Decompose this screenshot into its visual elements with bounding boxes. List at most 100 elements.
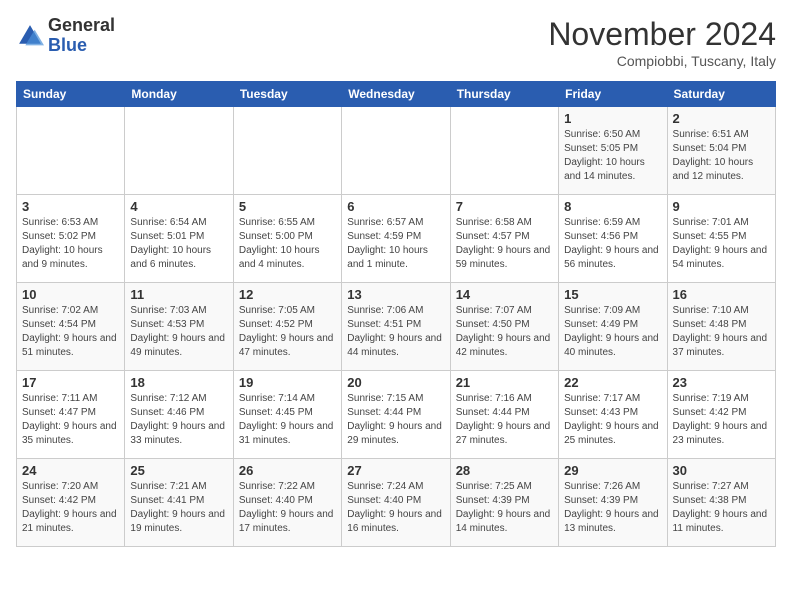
calendar-cell: 2 Sunrise: 6:51 AM Sunset: 5:04 PM Daylig… — [667, 107, 775, 195]
day-number: 10 — [22, 287, 119, 302]
day-number: 20 — [347, 375, 444, 390]
calendar-cell: 8Sunrise: 6:59 AM Sunset: 4:56 PM Daylig… — [559, 195, 667, 283]
weekday-header-saturday: Saturday — [667, 82, 775, 107]
day-info: Sunrise: 7:26 AM Sunset: 4:39 PM Dayligh… — [564, 480, 661, 536]
day-number: 2 — [673, 111, 770, 126]
calendar-week-1: 1Sunrise: 6:50 AM Sunset: 5:05 PM Daylig… — [17, 107, 776, 195]
calendar-cell: 16Sunrise: 7:10 AM Sunset: 4:48 PM Dayli… — [667, 283, 775, 371]
day-number: 27 — [347, 463, 444, 478]
day-info: Sunrise: 7:07 AM Sunset: 4:50 PM Dayligh… — [456, 304, 553, 360]
calendar-cell — [125, 107, 233, 195]
location-subtitle: Compiobbi, Tuscany, Italy — [548, 53, 776, 69]
day-info: Sunrise: 6:51 AM Sunset: 5:04 PM Dayligh… — [673, 128, 770, 184]
day-info: Sunrise: 7:27 AM Sunset: 4:38 PM Dayligh… — [673, 480, 770, 536]
calendar-cell: 14 Sunrise: 7:07 AM Sunset: 4:50 PM Dayli… — [450, 283, 558, 371]
calendar-week-4: 17 Sunrise: 7:11 AM Sunset: 4:47 PM Dayli… — [17, 371, 776, 459]
calendar-cell: 20Sunrise: 7:15 AM Sunset: 4:44 PM Dayli… — [342, 371, 450, 459]
day-number: 13 — [347, 287, 444, 302]
calendar-cell — [450, 107, 558, 195]
day-info: Sunrise: 7:22 AM Sunset: 4:40 PM Dayligh… — [239, 480, 336, 536]
calendar-header-row: SundayMondayTuesdayWednesdayThursdayFrid… — [17, 82, 776, 107]
weekday-header-friday: Friday — [559, 82, 667, 107]
weekday-header-monday: Monday — [125, 82, 233, 107]
day-number: 7 — [456, 199, 553, 214]
calendar-week-5: 24Sunrise: 7:20 AM Sunset: 4:42 PM Dayli… — [17, 459, 776, 547]
calendar-cell: 21 Sunrise: 7:16 AM Sunset: 4:44 PM Dayli… — [450, 371, 558, 459]
day-info: Sunrise: 7:17 AM Sunset: 4:43 PM Dayligh… — [564, 392, 661, 448]
day-info: Sunrise: 6:55 AM Sunset: 5:00 PM Dayligh… — [239, 216, 336, 272]
calendar-cell: 10 Sunrise: 7:02 AM Sunset: 4:54 PM Dayli… — [17, 283, 125, 371]
calendar-cell: 30 Sunrise: 7:27 AM Sunset: 4:38 PM Dayli… — [667, 459, 775, 547]
calendar-table: SundayMondayTuesdayWednesdayThursdayFrid… — [16, 81, 776, 547]
day-info: Sunrise: 7:16 AM Sunset: 4:44 PM Dayligh… — [456, 392, 553, 448]
day-number: 6 — [347, 199, 444, 214]
day-number: 24 — [22, 463, 119, 478]
day-info: Sunrise: 7:19 AM Sunset: 4:42 PM Dayligh… — [673, 392, 770, 448]
day-number: 28 — [456, 463, 553, 478]
logo-blue-text: Blue — [48, 35, 87, 55]
calendar-cell: 11Sunrise: 7:03 AM Sunset: 4:53 PM Dayli… — [125, 283, 233, 371]
weekday-header-thursday: Thursday — [450, 82, 558, 107]
day-info: Sunrise: 7:12 AM Sunset: 4:46 PM Dayligh… — [130, 392, 227, 448]
day-number: 3 — [22, 199, 119, 214]
calendar-cell: 29Sunrise: 7:26 AM Sunset: 4:39 PM Dayli… — [559, 459, 667, 547]
calendar-cell — [342, 107, 450, 195]
logo-general-text: General — [48, 15, 115, 35]
weekday-header-wednesday: Wednesday — [342, 82, 450, 107]
calendar-cell: 25 Sunrise: 7:21 AM Sunset: 4:41 PM Dayli… — [125, 459, 233, 547]
calendar-week-2: 3 Sunrise: 6:53 AM Sunset: 5:02 PM Daylig… — [17, 195, 776, 283]
day-number: 16 — [673, 287, 770, 302]
day-number: 9 — [673, 199, 770, 214]
day-info: Sunrise: 7:02 AM Sunset: 4:54 PM Dayligh… — [22, 304, 119, 360]
calendar-cell: 22 Sunrise: 7:17 AM Sunset: 4:43 PM Dayli… — [559, 371, 667, 459]
day-number: 4 — [130, 199, 227, 214]
calendar-cell: 13 Sunrise: 7:06 AM Sunset: 4:51 PM Dayli… — [342, 283, 450, 371]
page-header: General Blue November 2024 Compiobbi, Tu… — [16, 16, 776, 69]
calendar-cell: 24Sunrise: 7:20 AM Sunset: 4:42 PM Dayli… — [17, 459, 125, 547]
calendar-cell: 1Sunrise: 6:50 AM Sunset: 5:05 PM Daylig… — [559, 107, 667, 195]
day-number: 22 — [564, 375, 661, 390]
day-number: 21 — [456, 375, 553, 390]
day-info: Sunrise: 7:11 AM Sunset: 4:47 PM Dayligh… — [22, 392, 119, 448]
day-number: 12 — [239, 287, 336, 302]
calendar-cell: 18 Sunrise: 7:12 AM Sunset: 4:46 PM Dayli… — [125, 371, 233, 459]
calendar-cell — [17, 107, 125, 195]
day-info: Sunrise: 6:59 AM Sunset: 4:56 PM Dayligh… — [564, 216, 661, 272]
calendar-cell — [233, 107, 341, 195]
day-number: 17 — [22, 375, 119, 390]
day-number: 30 — [673, 463, 770, 478]
calendar-cell: 28 Sunrise: 7:25 AM Sunset: 4:39 PM Dayli… — [450, 459, 558, 547]
calendar-cell: 27Sunrise: 7:24 AM Sunset: 4:40 PM Dayli… — [342, 459, 450, 547]
day-info: Sunrise: 7:05 AM Sunset: 4:52 PM Dayligh… — [239, 304, 336, 360]
day-info: Sunrise: 7:25 AM Sunset: 4:39 PM Dayligh… — [456, 480, 553, 536]
day-number: 15 — [564, 287, 661, 302]
day-number: 19 — [239, 375, 336, 390]
calendar-cell: 23Sunrise: 7:19 AM Sunset: 4:42 PM Dayli… — [667, 371, 775, 459]
calendar-cell: 9 Sunrise: 7:01 AM Sunset: 4:55 PM Daylig… — [667, 195, 775, 283]
calendar-cell: 19Sunrise: 7:14 AM Sunset: 4:45 PM Dayli… — [233, 371, 341, 459]
day-info: Sunrise: 6:57 AM Sunset: 4:59 PM Dayligh… — [347, 216, 444, 272]
day-info: Sunrise: 6:58 AM Sunset: 4:57 PM Dayligh… — [456, 216, 553, 272]
calendar-cell: 5 Sunrise: 6:55 AM Sunset: 5:00 PM Daylig… — [233, 195, 341, 283]
weekday-header-tuesday: Tuesday — [233, 82, 341, 107]
title-block: November 2024 Compiobbi, Tuscany, Italy — [548, 16, 776, 69]
day-info: Sunrise: 7:09 AM Sunset: 4:49 PM Dayligh… — [564, 304, 661, 360]
calendar-cell: 7 Sunrise: 6:58 AM Sunset: 4:57 PM Daylig… — [450, 195, 558, 283]
day-number: 5 — [239, 199, 336, 214]
day-info: Sunrise: 6:54 AM Sunset: 5:01 PM Dayligh… — [130, 216, 227, 272]
day-number: 18 — [130, 375, 227, 390]
day-number: 1 — [564, 111, 661, 126]
day-info: Sunrise: 7:21 AM Sunset: 4:41 PM Dayligh… — [130, 480, 227, 536]
day-number: 14 — [456, 287, 553, 302]
day-number: 25 — [130, 463, 227, 478]
day-info: Sunrise: 7:01 AM Sunset: 4:55 PM Dayligh… — [673, 216, 770, 272]
day-info: Sunrise: 7:06 AM Sunset: 4:51 PM Dayligh… — [347, 304, 444, 360]
calendar-cell: 15 Sunrise: 7:09 AM Sunset: 4:49 PM Dayli… — [559, 283, 667, 371]
calendar-cell: 6 Sunrise: 6:57 AM Sunset: 4:59 PM Daylig… — [342, 195, 450, 283]
calendar-cell: 17 Sunrise: 7:11 AM Sunset: 4:47 PM Dayli… — [17, 371, 125, 459]
day-info: Sunrise: 7:03 AM Sunset: 4:53 PM Dayligh… — [130, 304, 227, 360]
calendar-week-3: 10 Sunrise: 7:02 AM Sunset: 4:54 PM Dayli… — [17, 283, 776, 371]
logo-icon — [16, 22, 44, 50]
calendar-cell: 26Sunrise: 7:22 AM Sunset: 4:40 PM Dayli… — [233, 459, 341, 547]
day-info: Sunrise: 6:53 AM Sunset: 5:02 PM Dayligh… — [22, 216, 119, 272]
